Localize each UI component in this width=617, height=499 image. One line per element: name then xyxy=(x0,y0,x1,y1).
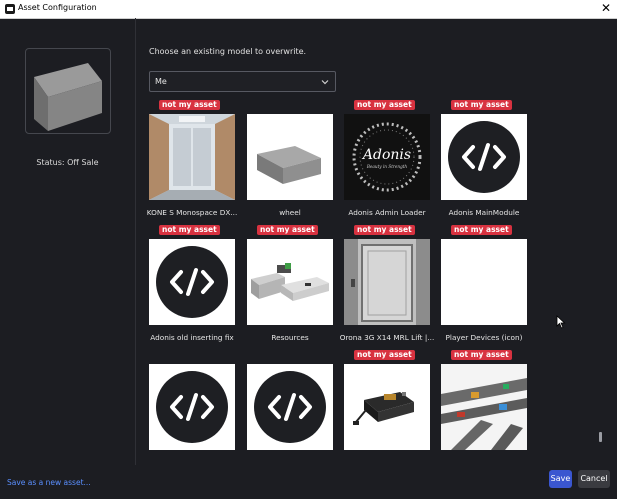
not-my-asset-badge: not my asset xyxy=(354,225,415,235)
model-item[interactable] xyxy=(247,364,333,450)
not-my-asset-badge: not my asset xyxy=(257,225,318,235)
roblox-studio-icon xyxy=(5,4,15,14)
model-item-label: Orona 3G X14 MRL Lift |... xyxy=(339,333,435,342)
owner-dropdown-value: Me xyxy=(155,77,167,86)
model-item[interactable] xyxy=(149,364,235,450)
model-item[interactable]: Adonis Beauty in Strength not my asset Adon… xyxy=(344,100,430,217)
model-item-label: wheel xyxy=(279,208,301,217)
model-item[interactable]: wheel xyxy=(247,114,333,217)
not-my-asset-badge: not my asset xyxy=(159,225,220,235)
title-bar: Asset Configuration ✕ xyxy=(0,0,617,19)
window-title: Asset Configuration xyxy=(18,3,97,12)
model-thumbnail xyxy=(441,364,527,450)
model-item-label: Resources xyxy=(271,333,309,342)
model-item-label: Adonis old inserting fix xyxy=(150,333,234,342)
not-my-asset-badge: not my asset xyxy=(159,100,220,110)
not-my-asset-badge: not my asset xyxy=(451,225,512,235)
model-item[interactable]: not my asset xyxy=(344,350,430,450)
chevron-down-icon xyxy=(321,80,329,85)
model-item-label: Adonis Admin Loader xyxy=(348,208,426,217)
script-icon xyxy=(149,364,235,450)
script-icon xyxy=(247,364,333,450)
left-panel: Status: Off Sale xyxy=(0,18,136,465)
model-item[interactable]: not my asset Resources xyxy=(247,225,333,342)
status-text: Status: Off Sale xyxy=(36,158,99,167)
script-icon xyxy=(149,239,235,325)
model-preview xyxy=(25,48,111,134)
footer xyxy=(0,465,617,499)
mouse-cursor-icon xyxy=(556,315,566,329)
save-button[interactable]: Save xyxy=(549,470,572,488)
owner-dropdown[interactable]: Me xyxy=(149,71,336,92)
close-button[interactable]: ✕ xyxy=(599,1,613,15)
not-my-asset-badge: not my asset xyxy=(354,100,415,110)
logo-subtitle: Beauty in Strength xyxy=(366,164,408,169)
scrollbar-thumb[interactable] xyxy=(599,432,602,442)
model-thumbnail xyxy=(441,239,527,325)
model-preview-image xyxy=(34,63,102,131)
model-item-label: KONE S Monospace DX... xyxy=(146,208,238,217)
model-item-label: Adonis MainModule xyxy=(448,208,520,217)
overwrite-prompt: Choose an existing model to overwrite. xyxy=(149,47,307,56)
not-my-asset-badge: not my asset xyxy=(354,350,415,360)
cancel-button[interactable]: Cancel xyxy=(578,470,610,488)
model-item[interactable]: not my asset Player Devices (icon) xyxy=(441,225,527,342)
model-item[interactable]: not my asset Adonis old inserting fix xyxy=(149,225,235,342)
model-thumbnail xyxy=(247,239,333,325)
model-thumbnail xyxy=(149,114,235,200)
model-thumbnail xyxy=(344,364,430,450)
model-item[interactable]: not my asset xyxy=(441,350,527,450)
model-thumbnail xyxy=(344,239,430,325)
model-thumbnail: Adonis Beauty in Strength xyxy=(344,114,430,200)
model-item-label: Player Devices (icon) xyxy=(445,333,523,342)
not-my-asset-badge: not my asset xyxy=(451,100,512,110)
model-item[interactable]: not my asset Adonis MainModule xyxy=(441,100,527,217)
not-my-asset-badge: not my asset xyxy=(451,350,512,360)
model-thumbnail xyxy=(247,114,333,200)
model-item[interactable]: not my asset Orona 3G X14 MRL Lift |... xyxy=(340,225,434,342)
script-icon xyxy=(441,114,527,200)
save-as-new-asset-link[interactable]: Save as a new asset... xyxy=(7,478,91,487)
logo-title: Adonis xyxy=(361,147,411,163)
model-item[interactable]: not my asset KONE S Monospace DX... xyxy=(147,100,237,217)
